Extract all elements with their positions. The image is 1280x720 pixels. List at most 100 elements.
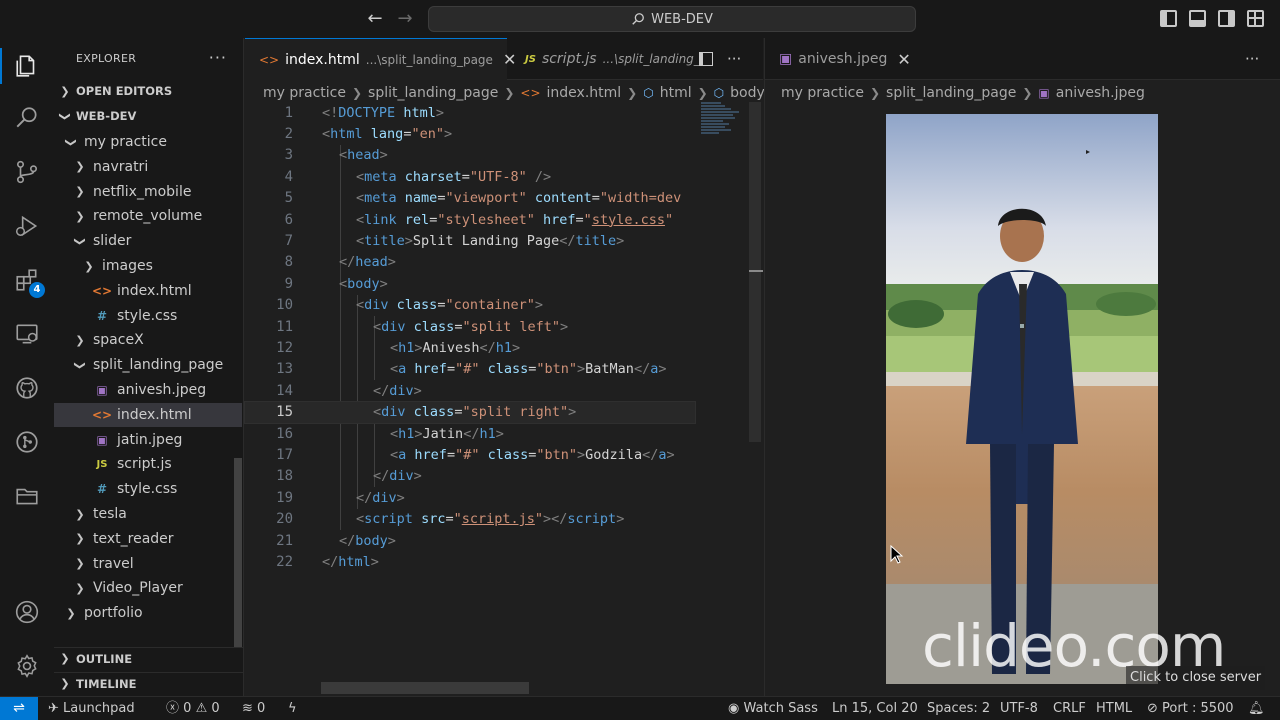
remote-explorer-icon[interactable] — [0, 310, 54, 358]
tree-item[interactable]: ❯ Video_Player — [54, 576, 242, 600]
workspace-section[interactable]: ❯ WEB-DEV — [54, 105, 244, 127]
line-number: 16 — [276, 425, 293, 442]
chevron-right-icon: ❯ — [504, 86, 515, 100]
run-debug-icon[interactable] — [0, 202, 54, 250]
tree-item[interactable]: ❯ travel — [54, 552, 242, 576]
tree-item[interactable]: # style.css — [54, 477, 242, 501]
remote-indicator-icon[interactable]: ⇌ — [0, 697, 38, 720]
breadcrumb-item[interactable]: my practice — [263, 85, 346, 101]
tree-item[interactable]: ❯ netflix_mobile — [54, 180, 242, 204]
tab-index-html[interactable]: <> index.html ...\split_landing_page ✕ — [245, 38, 516, 80]
tab-label: script.js — [541, 51, 597, 67]
end-of-line[interactable]: CRLF — [1053, 697, 1086, 720]
chevron-right-icon: ❯ — [75, 160, 85, 174]
tree-item[interactable]: ❯ my practice — [54, 130, 242, 154]
lightning-icon[interactable]: ϟ — [288, 697, 297, 720]
editor-actions: ··· — [699, 50, 741, 68]
tree-item-label: text_reader — [93, 530, 174, 547]
language-mode[interactable]: HTML — [1096, 697, 1132, 720]
horizontal-scrollbar[interactable] — [321, 682, 529, 694]
source-control-icon[interactable] — [0, 148, 54, 196]
tree-item-label: split_landing_page — [93, 357, 224, 374]
close-icon[interactable]: ✕ — [897, 50, 910, 69]
toggle-secondary-sidebar-icon[interactable] — [1218, 10, 1235, 27]
tree-item[interactable]: JS script.js — [54, 452, 242, 476]
tree-item[interactable]: <> index.html — [54, 279, 242, 303]
breadcrumb-item[interactable]: split_landing_page — [886, 85, 1016, 101]
tree-item[interactable]: ❯ images — [54, 254, 242, 278]
git-graph-icon[interactable] — [0, 418, 54, 466]
notifications-bell-icon[interactable]: 🔔︎ — [1248, 697, 1265, 720]
tab-anivesh-jpeg[interactable]: ▣ anivesh.jpeg ✕ — [765, 38, 915, 80]
html-file-icon: <> — [92, 407, 113, 422]
outline-section[interactable]: ❯ OUTLINE — [54, 647, 244, 669]
tree-item[interactable]: ▣ anivesh.jpeg — [54, 378, 242, 402]
code-line: 5 <meta name="viewport" content="width=de… — [245, 188, 695, 209]
code-line-current: 15 <div class="split right"> — [244, 400, 696, 425]
breadcrumb-item[interactable]: split_landing_page — [368, 85, 498, 101]
tree-item[interactable]: ❯ slider — [54, 229, 242, 253]
sidebar-scrollbar[interactable] — [234, 458, 242, 648]
github-icon[interactable] — [0, 364, 54, 412]
tree-item[interactable]: # style.css — [54, 304, 242, 328]
command-center-search[interactable]: WEB-DEV — [428, 6, 916, 32]
tree-item[interactable]: ❯ split_landing_page — [54, 353, 242, 377]
tree-item[interactable]: ❯ spaceX — [54, 328, 242, 352]
tree-item[interactable]: ❯ text_reader — [54, 527, 242, 551]
extensions-icon[interactable]: 4 — [0, 256, 54, 304]
forward-arrow-icon[interactable]: → — [394, 8, 416, 30]
encoding[interactable]: UTF-8 — [1000, 697, 1038, 720]
tree-item[interactable]: ❯ navratri — [54, 155, 242, 179]
breadcrumb-item[interactable]: anivesh.jpeg — [1056, 85, 1145, 101]
more-actions-icon[interactable]: ··· — [727, 50, 741, 68]
code-editor[interactable]: 1 <!DOCTYPE html> 2 <html lang="en"> 3 <hea… — [244, 102, 696, 682]
open-editors-section[interactable]: ❯ OPEN EDITORS — [54, 80, 244, 102]
toggle-panel-icon[interactable] — [1189, 10, 1206, 27]
accounts-icon[interactable] — [0, 588, 54, 636]
problems-item[interactable]: ⓧ 0 ⚠ 0 — [166, 697, 220, 720]
code-line: 12 <h1>Anivesh</h1> — [245, 337, 695, 358]
explorer-icon[interactable] — [0, 42, 54, 90]
breadcrumb-item[interactable]: index.html — [547, 85, 622, 101]
more-actions-icon[interactable]: ··· — [209, 48, 227, 67]
project-manager-icon[interactable] — [0, 472, 54, 520]
settings-gear-icon[interactable] — [0, 642, 54, 690]
customize-layout-icon[interactable] — [1247, 10, 1264, 27]
breadcrumb-item[interactable]: my practice — [781, 85, 864, 101]
more-actions-icon[interactable]: ··· — [1245, 50, 1259, 68]
toggle-primary-sidebar-icon[interactable] — [1160, 10, 1177, 27]
indentation[interactable]: Spaces: 2 — [927, 697, 990, 720]
cursor-position[interactable]: Ln 15, Col 20 — [832, 697, 918, 720]
launchpad-item[interactable]: ✈ Launchpad — [48, 697, 135, 720]
line-number: 15 — [276, 404, 293, 421]
tree-item[interactable]: <> index.html — [54, 402, 242, 427]
chevron-right-icon: ❯ — [869, 86, 881, 100]
code-line: 2 <html lang="en"> — [245, 123, 695, 144]
tree-item[interactable]: ▣ jatin.jpeg — [54, 428, 242, 452]
back-arrow-icon[interactable]: ← — [364, 8, 386, 30]
code-line: 18 </div> — [245, 466, 695, 487]
code-line: 14 </div> — [245, 380, 695, 401]
tree-item-label: my practice — [84, 134, 167, 150]
outline-label: OUTLINE — [76, 651, 133, 666]
open-preview-icon[interactable] — [699, 52, 713, 66]
minimap[interactable] — [701, 102, 747, 142]
image-file-icon: ▣ — [779, 51, 793, 67]
block-icon: ⊘ — [1147, 701, 1158, 716]
tree-item-label: script.js — [117, 456, 172, 473]
vertical-scrollbar[interactable] — [749, 102, 761, 442]
timeline-section[interactable]: ❯ TIMELINE — [54, 672, 244, 694]
tree-item[interactable]: ❯ portfolio — [54, 601, 242, 625]
tree-item[interactable]: ❯ tesla — [54, 502, 242, 526]
search-icon[interactable] — [0, 94, 54, 142]
tree-item-label: spaceX — [93, 332, 144, 349]
js-file-icon: JS — [525, 53, 536, 65]
breadcrumb-item[interactable]: body — [730, 85, 765, 101]
ports-item[interactable]: ≋ 0 — [242, 697, 265, 720]
breadcrumb-item[interactable]: html — [660, 85, 692, 101]
tab-script-js[interactable]: JS script.js ...\split_landing_ — [511, 38, 701, 80]
live-server-port[interactable]: ⊘ Port : 5500 — [1147, 697, 1234, 720]
tree-item[interactable]: ❯ remote_volume — [54, 204, 242, 228]
watch-sass-item[interactable]: ◉ Watch Sass — [728, 697, 818, 720]
search-icon — [632, 13, 644, 25]
